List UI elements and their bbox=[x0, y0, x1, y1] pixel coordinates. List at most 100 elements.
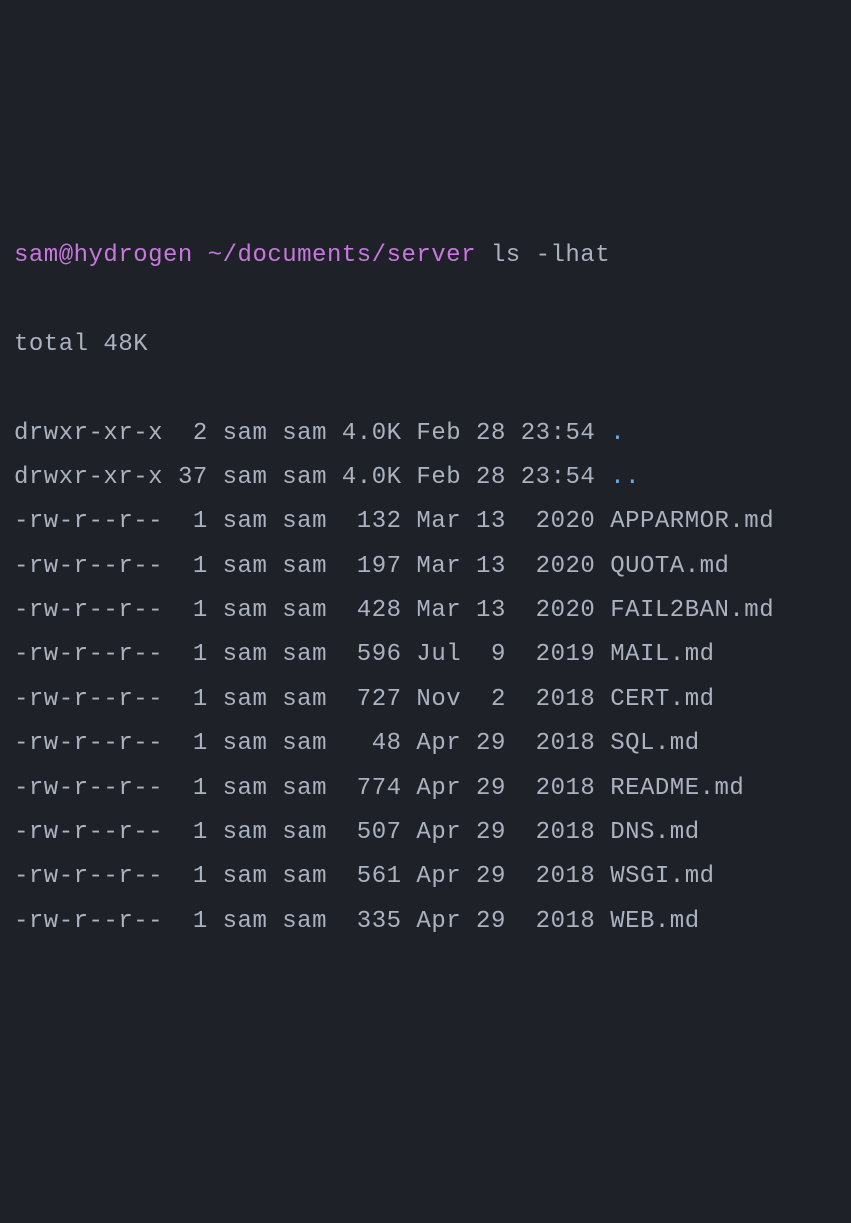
group: sam bbox=[282, 863, 327, 890]
time-or-year: 2018 bbox=[521, 908, 596, 935]
file-name: README.md bbox=[610, 775, 744, 802]
month: Mar bbox=[416, 597, 461, 624]
link-count: 1 bbox=[178, 641, 208, 668]
list-item: -rw-r--r-- 1 sam sam 596 Jul 9 2019 MAIL… bbox=[14, 633, 837, 677]
group: sam bbox=[282, 508, 327, 535]
list-item: -rw-r--r-- 1 sam sam 507 Apr 29 2018 DNS… bbox=[14, 811, 837, 855]
link-count: 1 bbox=[178, 819, 208, 846]
link-count: 1 bbox=[178, 775, 208, 802]
group: sam bbox=[282, 641, 327, 668]
owner: sam bbox=[223, 775, 268, 802]
month: Mar bbox=[416, 553, 461, 580]
time-or-year: 23:54 bbox=[521, 420, 596, 447]
file-name: FAIL2BAN.md bbox=[610, 597, 774, 624]
file-name: APPARMOR.md bbox=[610, 508, 774, 535]
permissions: -rw-r--r-- bbox=[14, 730, 163, 757]
day: 13 bbox=[476, 553, 506, 580]
group: sam bbox=[282, 464, 327, 491]
month: Apr bbox=[416, 908, 461, 935]
time-or-year: 2018 bbox=[521, 863, 596, 890]
group: sam bbox=[282, 775, 327, 802]
group: sam bbox=[282, 730, 327, 757]
day: 28 bbox=[476, 420, 506, 447]
owner: sam bbox=[223, 597, 268, 624]
owner: sam bbox=[223, 686, 268, 713]
prompt-user-host: sam@hydrogen bbox=[14, 242, 193, 269]
list-item: drwxr-xr-x 2 sam sam 4.0K Feb 28 23:54 . bbox=[14, 412, 837, 456]
terminal-output: sam@hydrogen ~/documents/server ls -lhat… bbox=[14, 190, 837, 989]
owner: sam bbox=[223, 508, 268, 535]
total-line: total 48K bbox=[14, 323, 837, 367]
month: Apr bbox=[416, 775, 461, 802]
permissions: -rw-r--r-- bbox=[14, 863, 163, 890]
size: 774 bbox=[342, 775, 402, 802]
file-name: .. bbox=[610, 464, 640, 491]
list-item: -rw-r--r-- 1 sam sam 774 Apr 29 2018 REA… bbox=[14, 767, 837, 811]
owner: sam bbox=[223, 730, 268, 757]
size: 561 bbox=[342, 863, 402, 890]
list-item: -rw-r--r-- 1 sam sam 561 Apr 29 2018 WSG… bbox=[14, 855, 837, 899]
day: 29 bbox=[476, 730, 506, 757]
permissions: -rw-r--r-- bbox=[14, 641, 163, 668]
link-count: 1 bbox=[178, 597, 208, 624]
time-or-year: 23:54 bbox=[521, 464, 596, 491]
day: 29 bbox=[476, 819, 506, 846]
link-count: 1 bbox=[178, 863, 208, 890]
link-count: 37 bbox=[178, 464, 208, 491]
time-or-year: 2020 bbox=[521, 597, 596, 624]
month: Mar bbox=[416, 508, 461, 535]
permissions: drwxr-xr-x bbox=[14, 464, 163, 491]
permissions: -rw-r--r-- bbox=[14, 553, 163, 580]
command: ls -lhat bbox=[491, 242, 610, 269]
list-item: drwxr-xr-x 37 sam sam 4.0K Feb 28 23:54 … bbox=[14, 456, 837, 500]
day: 29 bbox=[476, 863, 506, 890]
time-or-year: 2018 bbox=[521, 730, 596, 757]
list-item: -rw-r--r-- 1 sam sam 727 Nov 2 2018 CERT… bbox=[14, 678, 837, 722]
day: 9 bbox=[476, 641, 506, 668]
list-item: -rw-r--r-- 1 sam sam 335 Apr 29 2018 WEB… bbox=[14, 900, 837, 944]
owner: sam bbox=[223, 863, 268, 890]
month: Apr bbox=[416, 730, 461, 757]
size: 4.0K bbox=[342, 464, 402, 491]
list-item: -rw-r--r-- 1 sam sam 132 Mar 13 2020 APP… bbox=[14, 500, 837, 544]
day: 29 bbox=[476, 908, 506, 935]
file-name: WSGI.md bbox=[610, 863, 714, 890]
size: 132 bbox=[342, 508, 402, 535]
file-name: DNS.md bbox=[610, 819, 699, 846]
month: Feb bbox=[416, 420, 461, 447]
time-or-year: 2020 bbox=[521, 508, 596, 535]
permissions: -rw-r--r-- bbox=[14, 597, 163, 624]
day: 13 bbox=[476, 508, 506, 535]
link-count: 1 bbox=[178, 553, 208, 580]
file-name: WEB.md bbox=[610, 908, 699, 935]
month: Apr bbox=[416, 863, 461, 890]
list-item: -rw-r--r-- 1 sam sam 197 Mar 13 2020 QUO… bbox=[14, 545, 837, 589]
size: 428 bbox=[342, 597, 402, 624]
permissions: -rw-r--r-- bbox=[14, 775, 163, 802]
owner: sam bbox=[223, 908, 268, 935]
day: 28 bbox=[476, 464, 506, 491]
permissions: drwxr-xr-x bbox=[14, 420, 163, 447]
month: Apr bbox=[416, 819, 461, 846]
link-count: 1 bbox=[178, 686, 208, 713]
group: sam bbox=[282, 819, 327, 846]
owner: sam bbox=[223, 641, 268, 668]
time-or-year: 2018 bbox=[521, 819, 596, 846]
time-or-year: 2020 bbox=[521, 553, 596, 580]
group: sam bbox=[282, 597, 327, 624]
file-name: SQL.md bbox=[610, 730, 699, 757]
size: 48 bbox=[342, 730, 402, 757]
permissions: -rw-r--r-- bbox=[14, 686, 163, 713]
owner: sam bbox=[223, 819, 268, 846]
permissions: -rw-r--r-- bbox=[14, 908, 163, 935]
group: sam bbox=[282, 686, 327, 713]
group: sam bbox=[282, 420, 327, 447]
file-name: . bbox=[610, 420, 625, 447]
day: 29 bbox=[476, 775, 506, 802]
size: 4.0K bbox=[342, 420, 402, 447]
link-count: 2 bbox=[178, 420, 208, 447]
file-name: CERT.md bbox=[610, 686, 714, 713]
group: sam bbox=[282, 908, 327, 935]
list-item: -rw-r--r-- 1 sam sam 428 Mar 13 2020 FAI… bbox=[14, 589, 837, 633]
group: sam bbox=[282, 553, 327, 580]
